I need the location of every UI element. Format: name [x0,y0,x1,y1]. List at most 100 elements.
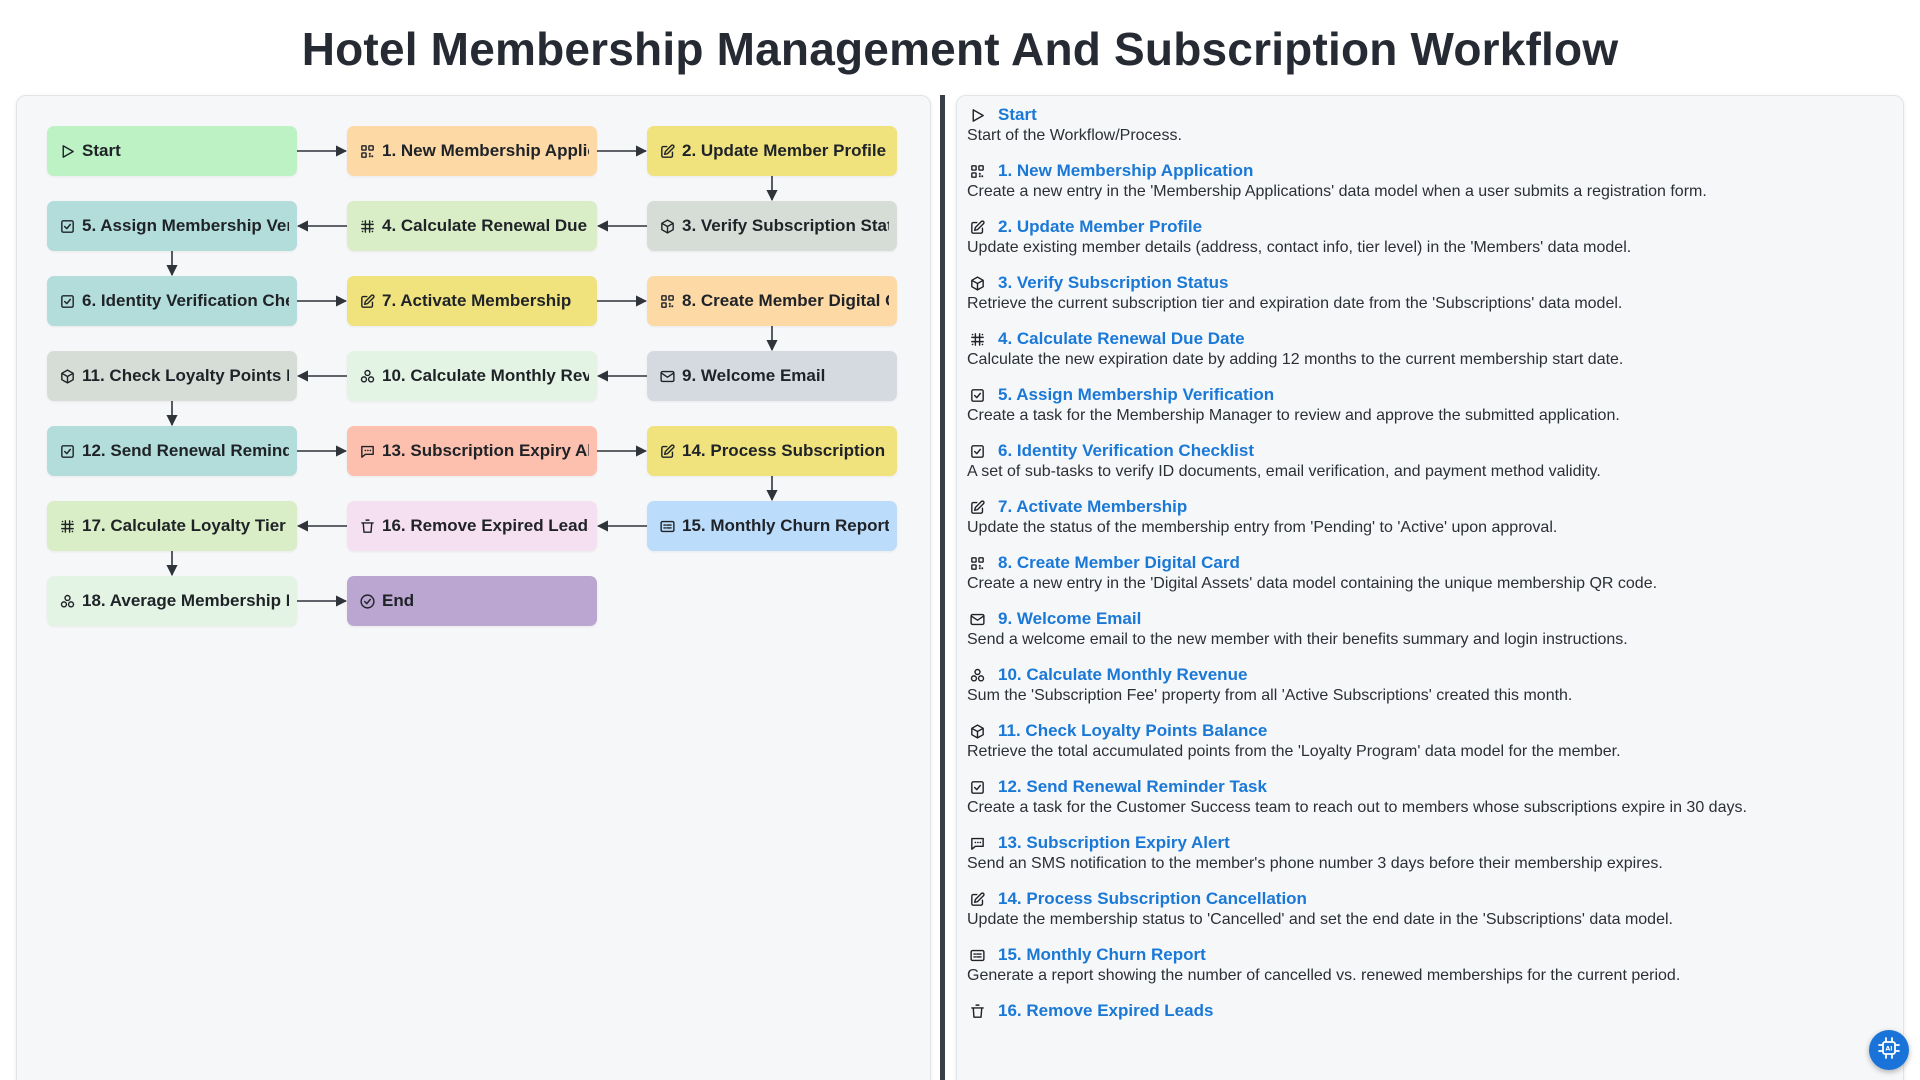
flow-node-7[interactable]: 7. Activate Membership [347,276,597,326]
step-title-link[interactable]: 13. Subscription Expiry Alert [998,833,1230,853]
step-detail-item: 14. Process Subscription Cancellation Upd… [967,888,1897,930]
step-description: Update the status of the membership entr… [967,519,1558,536]
flow-node-17[interactable]: 17. Calculate Loyalty Tier Points [47,501,297,551]
step-title-link[interactable]: 5. Assign Membership Verification [998,385,1274,405]
step-description: Generate a report showing the number of … [967,967,1681,984]
step-detail-header: 11. Check Loyalty Points Balance [967,720,1897,742]
flow-node-10[interactable]: 10. Calculate Monthly Revenue [347,351,597,401]
flow-node-label: 7. Activate Membership [382,291,572,310]
step-detail-header: 14. Process Subscription Cancellation [967,888,1897,910]
flow-node-4[interactable]: 4. Calculate Renewal Due Date [347,201,597,251]
flow-node-9[interactable]: 9. Welcome Email [647,351,897,401]
step-title-link[interactable]: 7. Activate Membership [998,497,1187,517]
step-title-link[interactable]: 11. Check Loyalty Points Balance [998,721,1267,741]
qr-code-icon [359,143,376,160]
step-description: Send an SMS notification to the member's… [967,855,1663,872]
step-details-panel: Start Start of the Workflow/Process. 1. Ne… [956,95,1904,1080]
flow-node-3[interactable]: 3. Verify Subscription Status [647,201,897,251]
flow-node-label: 14. Process Subscription Cancellation [682,441,889,460]
play-icon [969,107,986,124]
step-title-link[interactable]: 15. Monthly Churn Report [998,945,1206,965]
step-description: Create a task for the Membership Manager… [967,407,1620,424]
edit-icon [659,443,676,460]
step-description: Create a task for the Customer Success t… [967,799,1747,816]
flow-node-11[interactable]: 11. Check Loyalty Points Balance [47,351,297,401]
step-title-link[interactable]: 3. Verify Subscription Status [998,273,1229,293]
step-detail-item: 2. Update Member Profile Update existing … [967,216,1897,258]
edit-icon [969,219,986,236]
flow-node-label: 6. Identity Verification Checklist [82,291,289,310]
step-title-link[interactable]: 10. Calculate Monthly Revenue [998,665,1247,685]
flow-node-label: 15. Monthly Churn Report [682,516,889,535]
flow-node-label: 16. Remove Expired Leads [382,516,589,535]
flow-node-13[interactable]: 13. Subscription Expiry Alert [347,426,597,476]
flow-node-2[interactable]: 2. Update Member Profile [647,126,897,176]
flow-node-start[interactable]: Start [47,126,297,176]
cube-icon [969,275,986,292]
step-detail-header: 5. Assign Membership Verification [967,384,1897,406]
workflow-canvas-panel: Start 1. New Membership Application 2. Upd… [16,95,931,1080]
flow-node-16[interactable]: 16. Remove Expired Leads [347,501,597,551]
flow-node-1[interactable]: 1. New Membership Application [347,126,597,176]
flow-node-label: 5. Assign Membership Verification [82,216,289,235]
flow-node-15[interactable]: 15. Monthly Churn Report [647,501,897,551]
step-title-link[interactable]: 6. Identity Verification Checklist [998,441,1254,461]
step-detail-item: 5. Assign Membership Verification Create … [967,384,1897,426]
step-description: Create a new entry in the 'Membership Ap… [967,183,1707,200]
step-description: Update the membership status to 'Cancell… [967,911,1673,928]
step-detail-item: 13. Subscription Expiry Alert Send an SMS… [967,832,1897,874]
flow-node-14[interactable]: 14. Process Subscription Cancellation [647,426,897,476]
flow-node-8[interactable]: 8. Create Member Digital Card [647,276,897,326]
step-detail-item: 3. Verify Subscription Status Retrieve th… [967,272,1897,314]
flow-node-label: 2. Update Member Profile [682,141,887,160]
step-detail-item: 11. Check Loyalty Points Balance Retrieve… [967,720,1897,762]
step-detail-header: 2. Update Member Profile [967,216,1897,238]
step-title-link[interactable]: Start [998,105,1037,125]
step-description: Retrieve the total accumulated points fr… [967,743,1621,760]
flow-node-5[interactable]: 5. Assign Membership Verification [47,201,297,251]
qr-code-icon [969,555,986,572]
step-detail-item: Start Start of the Workflow/Process. [967,104,1897,146]
workflow-canvas: Start 1. New Membership Application 2. Upd… [17,96,932,1080]
flow-node-18[interactable]: 18. Average Membership Duration [47,576,297,626]
panel-divider[interactable] [940,95,945,1080]
trash-icon [359,518,376,535]
mail-icon [969,611,986,628]
step-title-link[interactable]: 9. Welcome Email [998,609,1141,629]
step-detail-item: 4. Calculate Renewal Due Date Calculate t… [967,328,1897,370]
flow-node-6[interactable]: 6. Identity Verification Checklist [47,276,297,326]
edit-icon [359,293,376,310]
flow-node-label: 8. Create Member Digital Card [682,291,889,310]
flow-node-label: 10. Calculate Monthly Revenue [382,366,589,385]
ai-assistant-button[interactable]: AI [1869,1030,1909,1070]
step-detail-item: 15. Monthly Churn Report Generate a repor… [967,944,1897,986]
step-detail-item: 9. Welcome Email Send a welcome email to … [967,608,1897,650]
edit-icon [969,891,986,908]
flow-node-label: End [382,591,415,610]
flow-node-label: 3. Verify Subscription Status [682,216,889,235]
flow-node-label: 1. New Membership Application [382,141,589,160]
ai-chip-icon: AI [1877,1036,1901,1065]
step-title-link[interactable]: 12. Send Renewal Reminder Task [998,777,1267,797]
flow-node-label: 12. Send Renewal Reminder Task [82,441,289,460]
step-title-link[interactable]: 16. Remove Expired Leads [998,1001,1213,1021]
page-title: Hotel Membership Management And Subscrip… [301,23,1619,75]
step-description: Update existing member details (address,… [967,239,1632,256]
svg-text:AI: AI [1886,1045,1893,1052]
step-detail-item: 7. Activate Membership Update the status … [967,496,1897,538]
step-title-link[interactable]: 14. Process Subscription Cancellation [998,889,1307,909]
step-title-link[interactable]: 2. Update Member Profile [998,217,1202,237]
step-detail-header: 7. Activate Membership [967,496,1897,518]
step-title-link[interactable]: 8. Create Member Digital Card [998,553,1240,573]
flow-node-end[interactable]: End [347,576,597,626]
edit-icon [969,499,986,516]
flow-node-label: 17. Calculate Loyalty Tier Points [82,516,289,535]
sms-icon [969,835,986,852]
step-title-link[interactable]: 4. Calculate Renewal Due Date [998,329,1245,349]
hash-icon [969,331,986,348]
step-detail-header: 10. Calculate Monthly Revenue [967,664,1897,686]
flow-node-12[interactable]: 12. Send Renewal Reminder Task [47,426,297,476]
step-title-link[interactable]: 1. New Membership Application [998,161,1253,181]
step-detail-header: 12. Send Renewal Reminder Task [967,776,1897,798]
checkbox-icon [969,779,986,796]
